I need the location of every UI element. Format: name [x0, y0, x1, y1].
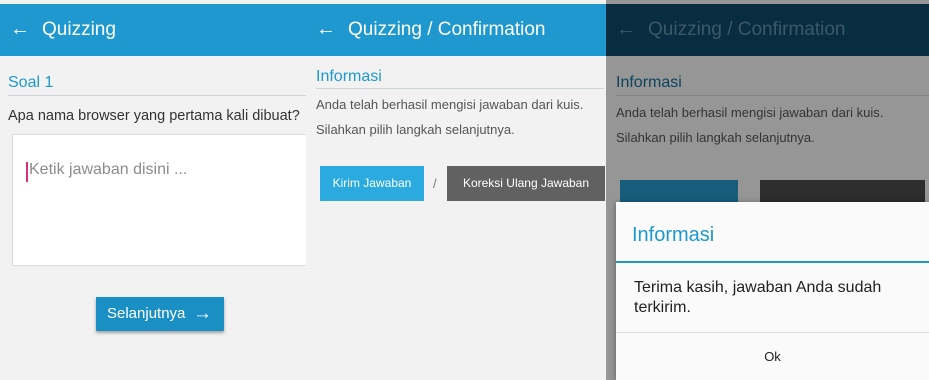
- review-answer-button[interactable]: Koreksi Ulang Jawaban: [447, 166, 605, 201]
- app-bar-title: Quizzing: [42, 19, 116, 40]
- app-bar: ← Quizzing / Confirmation: [306, 4, 608, 56]
- dialog-title-divider: [616, 261, 929, 263]
- confirmation-screen: ← Quizzing / Confirmation Informasi Anda…: [306, 0, 608, 380]
- question-number: Soal 1: [8, 74, 54, 91]
- section-divider: [8, 95, 306, 96]
- arrow-left-icon[interactable]: ←: [10, 17, 30, 41]
- info-dialog: Informasi Terima kasih, jawaban Anda sud…: [616, 202, 929, 380]
- ok-button[interactable]: Ok: [616, 333, 929, 380]
- question-text: Apa nama browser yang pertama kali dibua…: [8, 108, 300, 124]
- answer-placeholder: Ketik jawaban disini ...: [29, 161, 188, 178]
- dialog-message: Terima kasih, jawaban Anda sudah terkiri…: [634, 279, 882, 316]
- question-screen: ← Quizzing Soal 1 Apa nama browser yang …: [0, 0, 310, 380]
- arrow-left-icon[interactable]: ←: [316, 17, 336, 41]
- app-bar-title: Quizzing / Confirmation: [348, 19, 546, 40]
- text-cursor: [26, 162, 28, 182]
- next-button[interactable]: Selanjutnya →: [96, 297, 224, 331]
- section-divider: [316, 88, 604, 89]
- answer-input[interactable]: Ketik jawaban disini ...: [12, 134, 307, 266]
- info-line-1: Anda telah berhasil mengisi jawaban dari…: [316, 97, 584, 112]
- dialog-title: Informasi: [632, 224, 715, 246]
- info-title: Informasi: [316, 68, 382, 85]
- info-line-2: Silahkan pilih langkah selanjutnya.: [316, 122, 515, 137]
- arrow-right-icon: →: [193, 303, 212, 324]
- app-bar: ← Quizzing: [0, 4, 310, 56]
- sent-dialog-screen: ← Quizzing / Confirmation Informasi Anda…: [606, 0, 929, 380]
- send-answer-button[interactable]: Kirim Jawaban: [320, 166, 424, 201]
- button-separator: /: [433, 176, 437, 191]
- next-button-label: Selanjutnya: [107, 305, 186, 322]
